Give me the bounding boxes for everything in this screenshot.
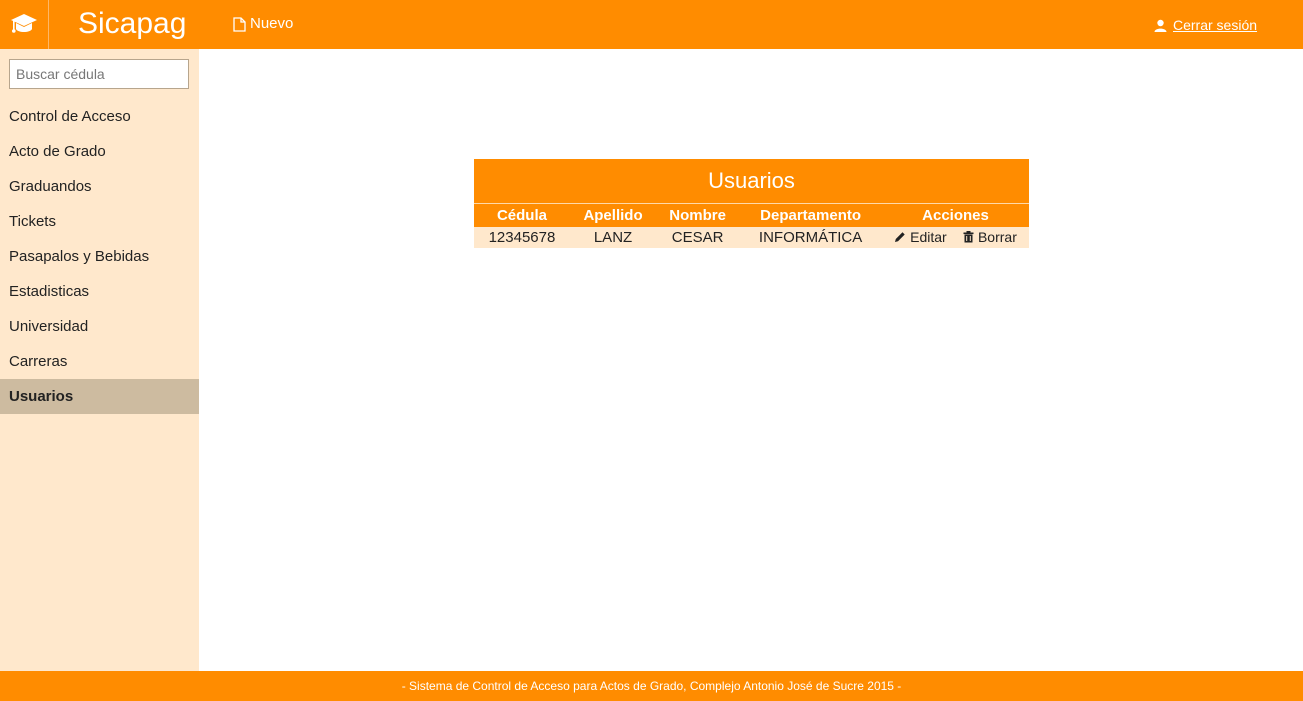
sidebar-item-estadisticas[interactable]: Estadisticas (0, 274, 199, 309)
sidebar: Control de Acceso Acto de Grado Graduand… (0, 49, 199, 671)
edit-button[interactable]: Editar (894, 229, 947, 245)
panel-title: Usuarios (474, 159, 1029, 203)
cell-departamento: INFORMÁTICA (739, 226, 883, 248)
logo[interactable] (0, 0, 49, 49)
brand-title[interactable]: Sicapag (78, 6, 186, 42)
users-table: Cédula Apellido Nombre Departamento Acci… (474, 203, 1029, 248)
graduation-cap-icon (11, 13, 37, 33)
sidebar-item-universidad[interactable]: Universidad (0, 309, 199, 344)
sidebar-item-graduandos[interactable]: Graduandos (0, 169, 199, 204)
delete-label: Borrar (977, 229, 1017, 245)
column-header-cedula: Cédula (474, 203, 570, 227)
sidebar-item-tickets[interactable]: Tickets (0, 204, 199, 239)
pencil-icon (895, 232, 905, 242)
sidebar-item-carreras[interactable]: Carreras (0, 344, 199, 379)
sidebar-nav: Control de Acceso Acto de Grado Graduand… (0, 99, 199, 414)
column-header-nombre: Nombre (656, 203, 740, 227)
table-row: 12345678 LANZ CESAR INFORMÁTICA Editar B… (474, 226, 1029, 248)
search-input[interactable] (9, 59, 189, 89)
sidebar-item-usuarios[interactable]: Usuarios (0, 379, 199, 414)
user-icon (1154, 19, 1167, 32)
top-navbar: Sicapag Nuevo Cerrar sesión (0, 0, 1303, 49)
cell-acciones: Editar Borrar (882, 226, 1029, 248)
cell-nombre: CESAR (656, 226, 740, 248)
cell-cedula: 12345678 (474, 226, 570, 248)
sidebar-item-acto-de-grado[interactable]: Acto de Grado (0, 134, 199, 169)
table-header-row: Cédula Apellido Nombre Departamento Acci… (474, 203, 1029, 227)
column-header-departamento: Departamento (739, 203, 883, 227)
trash-icon (963, 231, 974, 243)
delete-button[interactable]: Borrar (963, 229, 1017, 245)
footer: - Sistema de Control de Acceso para Acto… (0, 671, 1303, 701)
logout-link-container: Cerrar sesión (1154, 16, 1257, 34)
logout-link[interactable]: Cerrar sesión (1173, 16, 1257, 34)
column-header-apellido: Apellido (569, 203, 657, 227)
document-icon (233, 16, 246, 32)
sidebar-item-control-de-acceso[interactable]: Control de Acceso (0, 99, 199, 134)
sidebar-item-pasapalos-y-bebidas[interactable]: Pasapalos y Bebidas (0, 239, 199, 274)
row-actions: Editar Borrar (886, 229, 1025, 245)
edit-label: Editar (910, 229, 947, 245)
cell-apellido: LANZ (569, 226, 657, 248)
new-label: Nuevo (250, 15, 294, 32)
column-header-acciones: Acciones (882, 203, 1029, 227)
users-panel: Usuarios Cédula Apellido Nombre Departam… (474, 159, 1029, 248)
new-button[interactable]: Nuevo (233, 15, 293, 33)
